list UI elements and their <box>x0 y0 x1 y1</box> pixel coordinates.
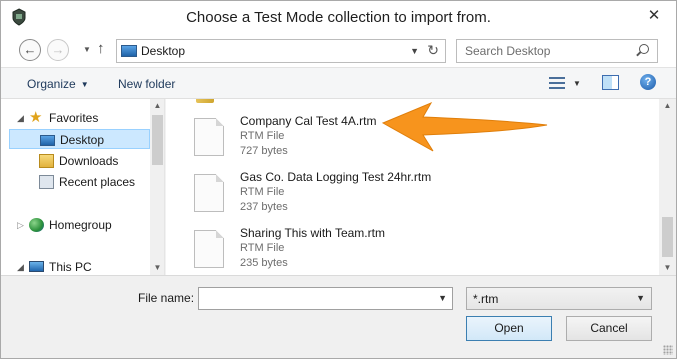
scroll-up-icon[interactable]: ▲ <box>659 101 676 110</box>
nav-label: Homegroup <box>49 218 112 232</box>
nav-item-recent-places[interactable]: Recent places <box>1 172 150 192</box>
close-button[interactable]: ✕ <box>642 5 666 27</box>
back-button[interactable]: ← <box>19 39 41 61</box>
homegroup-icon <box>29 218 44 232</box>
downloads-folder-icon <box>39 154 54 168</box>
file-type: RTM File <box>240 242 285 254</box>
desktop-icon <box>40 135 55 146</box>
file-size: 237 bytes <box>240 201 288 213</box>
resize-grip-icon[interactable] <box>663 345 673 355</box>
scroll-down-icon[interactable]: ▼ <box>150 263 164 272</box>
nav-item-downloads[interactable]: Downloads <box>1 151 150 171</box>
new-folder-button[interactable]: New folder <box>118 77 175 91</box>
organize-menu[interactable]: Organize ▼ <box>27 77 89 91</box>
up-arrow-icon: ↑ <box>97 40 105 57</box>
nav-label: Downloads <box>59 154 119 168</box>
search-input[interactable]: Search Desktop <box>456 39 658 63</box>
title-bar: Choose a Test Mode collection to import … <box>1 1 676 33</box>
cancel-button[interactable]: Cancel <box>566 316 652 341</box>
nav-item-desktop[interactable]: Desktop <box>9 129 150 149</box>
file-icon <box>194 118 224 156</box>
filename-label: File name: <box>138 291 195 305</box>
file-name: Sharing This with Team.rtm <box>240 226 385 240</box>
file-icon <box>194 174 224 212</box>
dialog-title: Choose a Test Mode collection to import … <box>186 9 491 26</box>
help-icon[interactable]: ? <box>640 74 656 90</box>
nav-label: Favorites <box>49 111 99 125</box>
file-name: Gas Co. Data Logging Test 24hr.rtm <box>240 170 432 184</box>
address-row: ← → ▼ ↑ Desktop ▼ ↻ Search Desktop <box>1 33 676 67</box>
nav-item-this-pc[interactable]: ◢ This PC <box>1 257 150 275</box>
expand-arrow-icon[interactable]: ◢ <box>17 108 24 128</box>
recent-locations-dropdown[interactable]: ▼ <box>83 45 91 54</box>
scroll-up-icon[interactable]: ▲ <box>150 101 164 110</box>
address-dropdown-icon[interactable]: ▼ <box>410 46 419 56</box>
preview-pane-icon[interactable] <box>602 75 619 90</box>
view-dropdown-icon[interactable]: ▼ <box>573 79 581 88</box>
file-item[interactable]: Gas Co. Data Logging Test 24hr.rtm RTM F… <box>194 170 474 224</box>
file-size: 727 bytes <box>240 145 288 157</box>
address-text: Desktop <box>141 44 186 58</box>
scroll-thumb[interactable] <box>152 115 163 165</box>
address-bar[interactable]: Desktop ▼ ↻ <box>116 39 446 63</box>
view-options-icon[interactable] <box>549 76 565 90</box>
scroll-thumb[interactable] <box>662 217 673 257</box>
nav-scrollbar[interactable]: ▲ ▼ <box>150 99 164 275</box>
open-button[interactable]: Open <box>466 316 552 341</box>
open-file-dialog: Choose a Test Mode collection to import … <box>0 0 677 359</box>
computer-icon <box>29 261 44 272</box>
file-icon <box>194 230 224 268</box>
refresh-icon[interactable]: ↻ <box>427 42 439 59</box>
command-toolbar: Organize ▼ New folder ▼ ? <box>1 67 676 99</box>
file-type: RTM File <box>240 186 285 198</box>
file-name: Company Cal Test 4A.rtm <box>240 114 377 128</box>
file-type: RTM File <box>240 130 285 142</box>
annotation-arrow-icon <box>381 101 548 152</box>
nav-label: Recent places <box>59 175 136 189</box>
folder-icon <box>196 99 214 103</box>
file-list-scrollbar[interactable]: ▲ ▼ <box>659 99 676 275</box>
file-size: 235 bytes <box>240 257 288 269</box>
filename-dropdown-icon[interactable]: ▼ <box>438 293 447 303</box>
nav-label: This PC <box>49 260 92 274</box>
forward-button[interactable]: → <box>47 39 69 61</box>
search-icon[interactable] <box>639 44 649 54</box>
organize-label: Organize <box>27 77 76 91</box>
search-placeholder: Search Desktop <box>465 44 551 58</box>
back-arrow-icon: ← <box>23 42 37 57</box>
forward-arrow-icon: → <box>51 42 65 57</box>
chevron-down-icon: ▼ <box>80 80 89 89</box>
filter-value: *.rtm <box>473 292 499 306</box>
file-item[interactable]: Sharing This with Team.rtm RTM File 235 … <box>194 226 474 275</box>
recent-places-icon <box>39 175 54 189</box>
nav-label: Desktop <box>60 133 105 147</box>
desktop-icon <box>121 45 137 57</box>
up-button[interactable]: ↑ <box>97 40 105 57</box>
file-type-filter[interactable]: *.rtm ▼ <box>466 287 652 310</box>
filename-input[interactable]: ▼ <box>198 287 453 310</box>
nav-item-favorites[interactable]: ◢ ★ Favorites <box>1 108 150 128</box>
navigation-pane: ◢ ★ Favorites Desktop Downloads Recent p… <box>1 99 165 275</box>
expand-arrow-icon[interactable]: ◢ <box>17 257 24 275</box>
star-icon: ★ <box>29 109 43 126</box>
collapse-arrow-icon[interactable]: ▷ <box>17 215 24 235</box>
nav-item-homegroup[interactable]: ▷ Homegroup <box>1 215 150 235</box>
scroll-down-icon[interactable]: ▼ <box>659 263 676 272</box>
chevron-down-icon: ▼ <box>636 293 645 303</box>
dialog-footer: File name: ▼ *.rtm ▼ Open Cancel <box>1 275 676 358</box>
